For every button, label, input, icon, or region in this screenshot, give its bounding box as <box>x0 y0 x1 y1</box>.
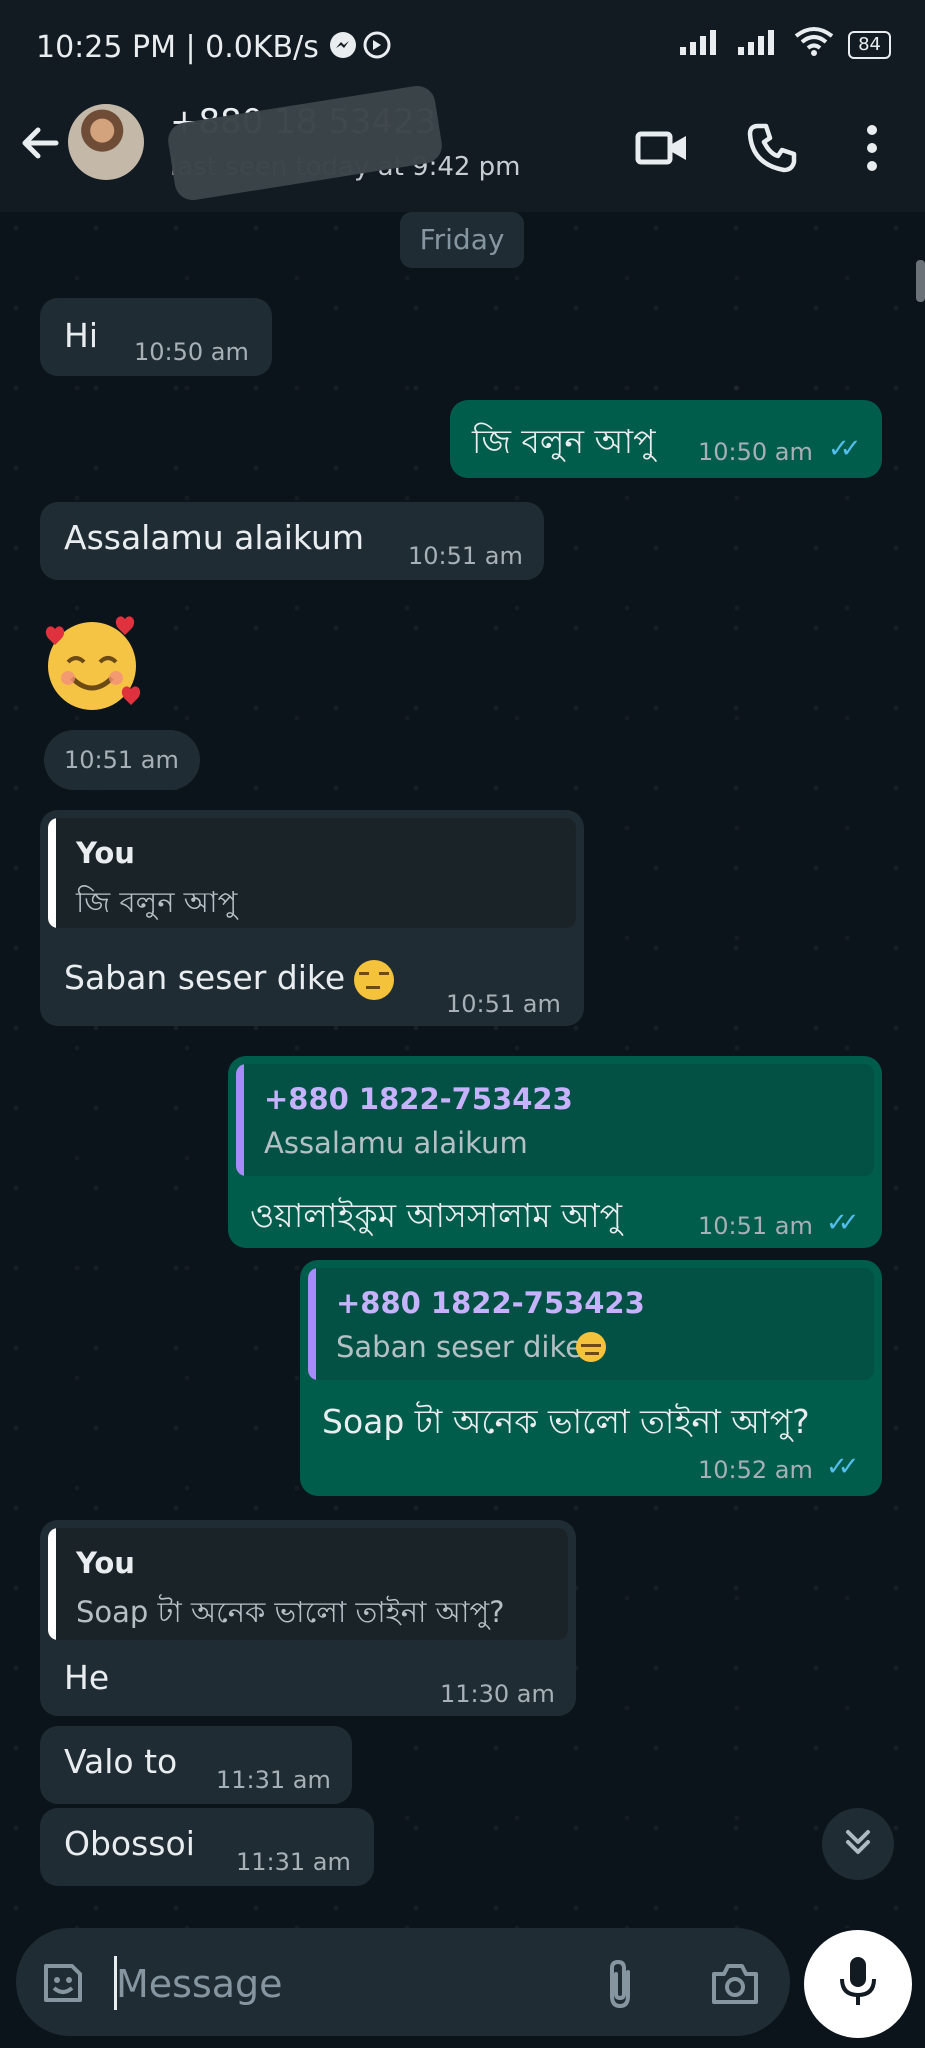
message-time: 10:50 am <box>134 338 249 366</box>
quoted-message[interactable]: You Soap টা অনেক ভালো তাইনা আপু? <box>48 1528 568 1640</box>
quoted-message[interactable]: +880 1822-753423 Assalamu alaikum <box>236 1064 874 1176</box>
messenger-icon <box>328 30 358 68</box>
message-time: 10:51 am <box>698 1212 813 1240</box>
incoming-message[interactable]: Valo to 11:31 am <box>40 1726 352 1804</box>
message-text: He <box>64 1658 110 1697</box>
wifi-icon <box>794 26 834 64</box>
outgoing-reply-message[interactable]: +880 1822-753423 Saban seser dike Soap ট… <box>300 1260 882 1496</box>
signal-icon-2 <box>736 28 780 63</box>
double-check-icon: ✓✓ <box>826 1452 859 1482</box>
back-arrow-icon[interactable] <box>16 118 66 172</box>
message-text: Obossoi <box>64 1824 195 1863</box>
outgoing-message[interactable]: জি বলুন আপু 10:50 am ✓✓ <box>450 400 882 478</box>
message-text: জি বলুন আপু <box>472 422 656 461</box>
quote-author: You <box>76 1546 135 1580</box>
date-divider: Friday <box>400 212 524 268</box>
emoji-time-pill: 10:51 am <box>44 730 200 790</box>
double-check-icon: ✓✓ <box>826 1208 859 1238</box>
quote-author: +880 1822-753423 <box>336 1286 645 1320</box>
quote-text: Saban seser dike <box>336 1330 584 1364</box>
outgoing-reply-message[interactable]: +880 1822-753423 Assalamu alaikum ওয়ালা… <box>228 1056 882 1248</box>
quote-text: Soap টা অনেক ভালো তাইনা আপু? <box>76 1595 505 1629</box>
quoted-message[interactable]: +880 1822-753423 Saban seser dike <box>308 1268 874 1380</box>
message-text: Hi <box>64 316 98 355</box>
message-input[interactable]: Message <box>116 1962 283 2006</box>
chat-scrollbar[interactable] <box>916 260 925 302</box>
quote-bar <box>308 1268 316 1380</box>
message-time: 10:51 am <box>446 990 561 1018</box>
quote-author: You <box>76 836 135 870</box>
incoming-reply-message[interactable]: You জি বলুন আপু Saban seser dike 10:51 a… <box>40 810 584 1026</box>
video-call-icon[interactable] <box>634 120 690 176</box>
text-cursor <box>114 1956 117 2010</box>
message-time: 11:31 am <box>216 1766 331 1794</box>
mic-icon <box>838 1955 878 2013</box>
message-text: ওয়ালাইকুম আসসালাম আপু <box>250 1196 623 1235</box>
message-text: Soap টা অনেক ভালো তাইনা আপু? <box>322 1402 810 1441</box>
attach-icon[interactable] <box>600 1958 640 2016</box>
message-text: Valo to <box>64 1742 178 1781</box>
battery-indicator: 84 <box>848 31 891 59</box>
incoming-reply-message[interactable]: You Soap টা অনেক ভালো তাইনা আপু? He 11:3… <box>40 1520 576 1716</box>
message-time: 11:31 am <box>236 1848 351 1876</box>
sticker-icon[interactable] <box>38 1958 88 2012</box>
smiling-face-with-hearts-emoji[interactable] <box>40 612 144 716</box>
camera-icon[interactable] <box>710 1960 760 2010</box>
voice-call-icon[interactable] <box>744 120 800 176</box>
quote-text: জি বলুন আপু <box>76 885 238 919</box>
incoming-message[interactable]: Assalamu alaikum 10:51 am <box>40 502 544 580</box>
expressionless-face-emoji <box>576 1332 606 1362</box>
quoted-message[interactable]: You জি বলুন আপু <box>48 818 576 928</box>
quote-author: +880 1822-753423 <box>264 1082 573 1116</box>
signal-icon-1 <box>678 28 722 63</box>
quote-text: Assalamu alaikum <box>264 1126 528 1160</box>
more-options-icon[interactable] <box>860 120 884 176</box>
message-text: Assalamu alaikum <box>64 518 365 557</box>
sync-icon <box>362 30 392 68</box>
message-input-bar[interactable]: Message <box>16 1928 790 2036</box>
scroll-down-icon <box>840 1824 876 1864</box>
voice-message-button[interactable] <box>804 1930 912 2038</box>
avatar[interactable] <box>68 104 144 180</box>
quote-bar <box>236 1064 244 1176</box>
status-bar: 10:25 PM | 0.0KB/s 84 <box>0 0 925 96</box>
double-check-icon: ✓✓ <box>828 434 861 464</box>
incoming-message[interactable]: Obossoi 11:31 am <box>40 1808 374 1886</box>
incoming-message[interactable]: Hi 10:50 am <box>40 298 272 376</box>
message-time: 10:51 am <box>64 746 179 774</box>
message-time: 10:51 am <box>408 542 523 570</box>
expressionless-face-emoji <box>354 960 394 1000</box>
message-time: 10:52 am <box>698 1456 813 1484</box>
message-time: 11:30 am <box>440 1680 555 1708</box>
quote-bar <box>48 1528 56 1640</box>
scroll-to-bottom-button[interactable] <box>822 1808 894 1880</box>
quote-bar <box>48 818 56 928</box>
message-text: Saban seser dike <box>64 958 346 997</box>
status-time: 10:25 PM | 0.0KB/s <box>36 30 319 65</box>
message-time: 10:50 am <box>698 438 813 466</box>
